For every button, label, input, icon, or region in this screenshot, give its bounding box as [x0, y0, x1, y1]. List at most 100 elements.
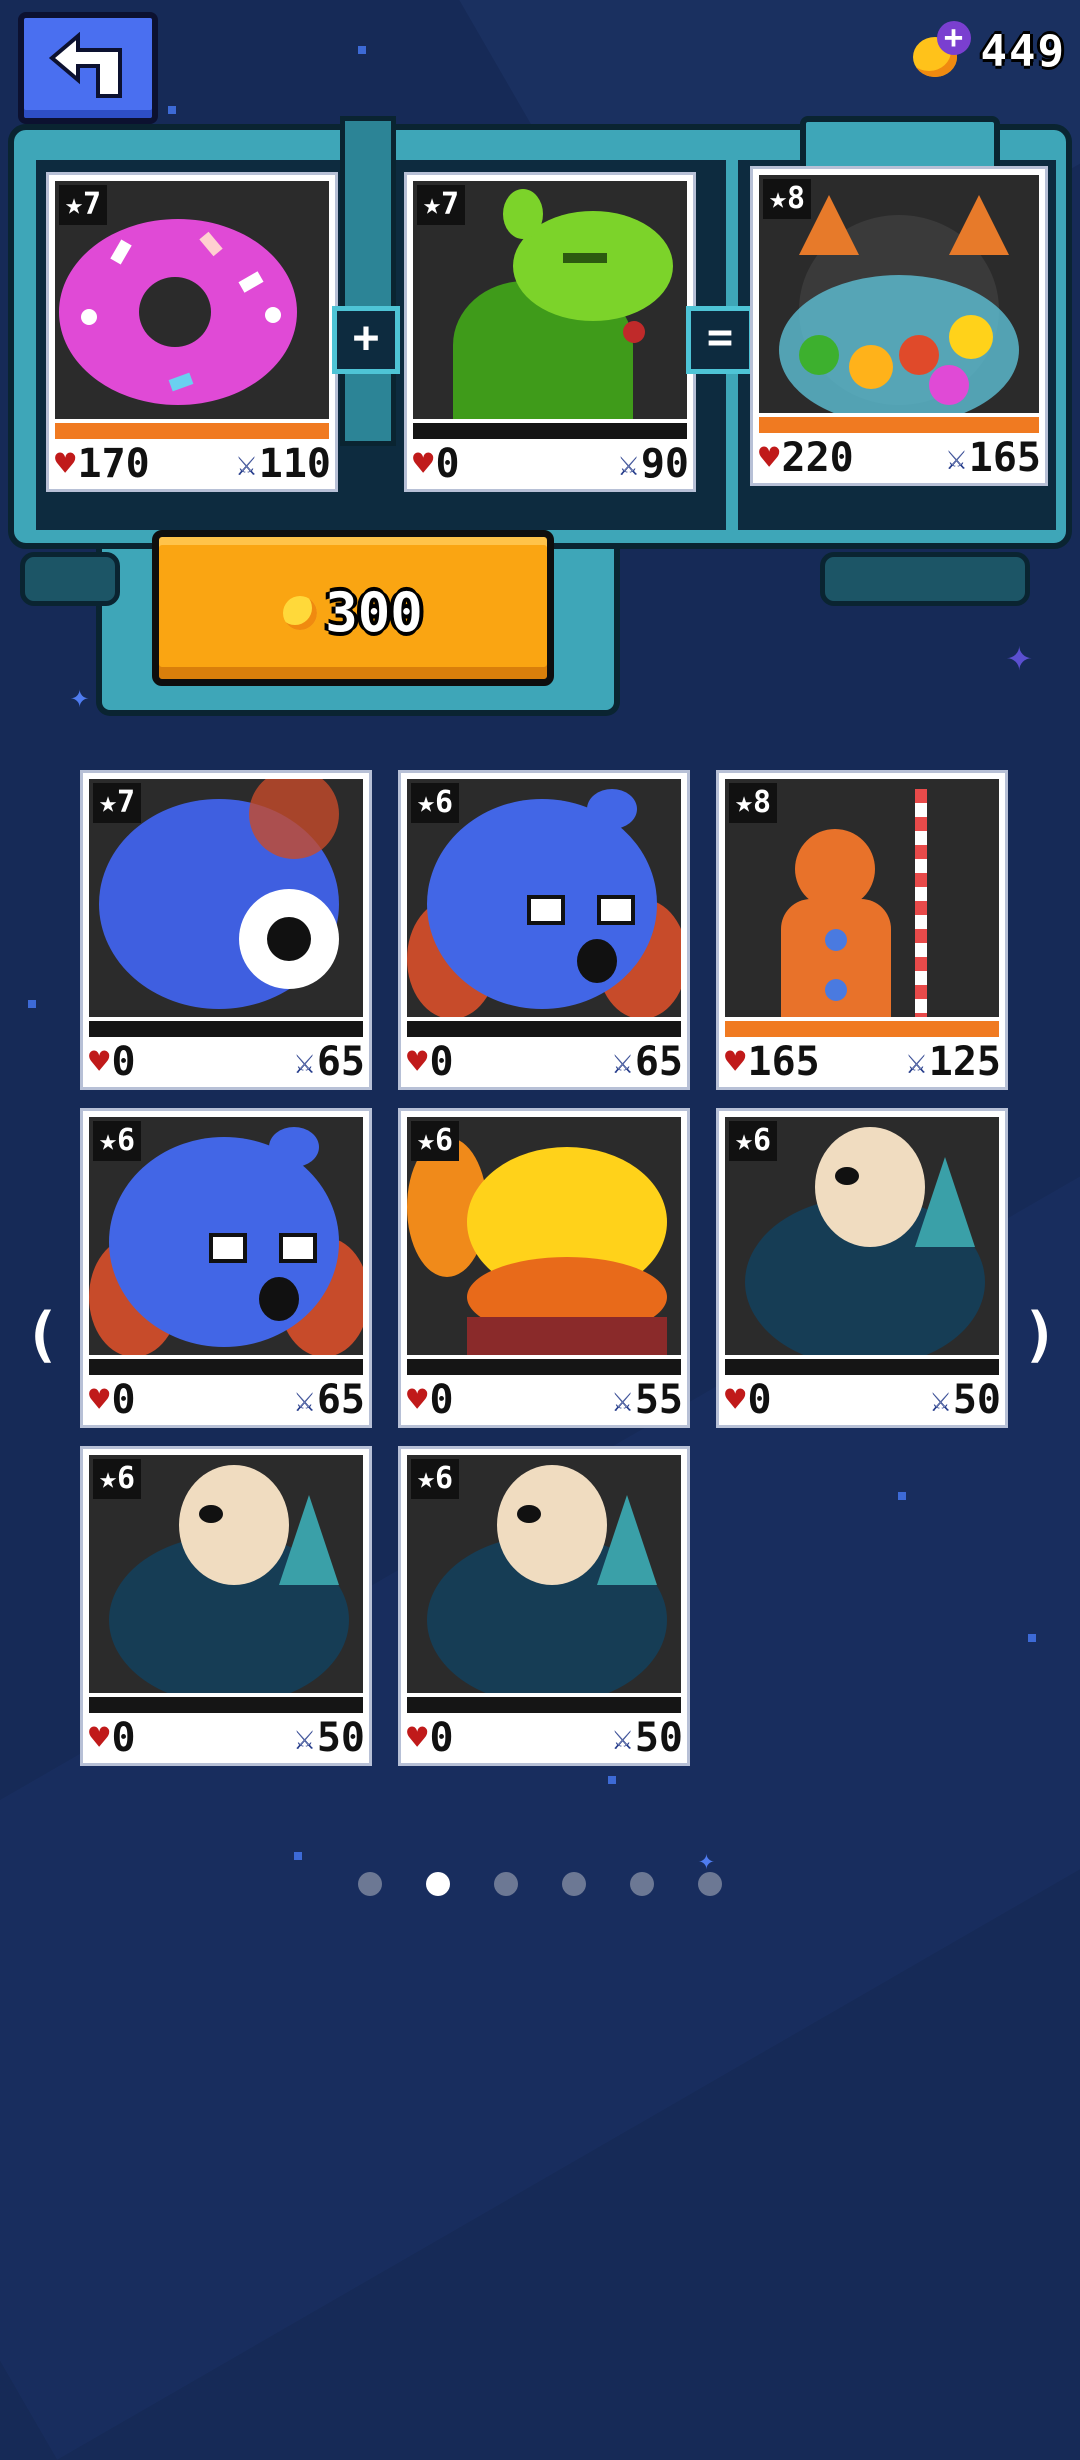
- heart-icon: ♥: [89, 1042, 110, 1082]
- level-badge: ★6: [411, 1121, 460, 1161]
- creature-card[interactable]: ★6 ♥ 0 ⚔ 55: [398, 1108, 690, 1428]
- coin-count: 449: [980, 25, 1066, 77]
- level-badge: ★6: [729, 1121, 778, 1161]
- hp-value: 0: [429, 1377, 454, 1423]
- star-decoration: [608, 1776, 616, 1784]
- back-arrow-icon: [48, 32, 122, 98]
- creature-card[interactable]: ★8 ♥ 165 ⚔ 125: [716, 770, 1008, 1090]
- health-bar: [413, 423, 687, 439]
- star-decoration: [28, 1000, 36, 1008]
- creature-card[interactable]: ★6 ♥ 0 ⚔ 50: [716, 1108, 1008, 1428]
- level-badge: ★6: [411, 1459, 460, 1499]
- coin-counter[interactable]: + 449: [911, 18, 1066, 84]
- creature-card[interactable]: ★6 ♥ 0 ⚔ 65: [80, 1108, 372, 1428]
- sparkle-decoration: ✦: [698, 1843, 715, 1876]
- coin-plus-icon[interactable]: +: [911, 21, 971, 79]
- star-decoration: [898, 1492, 906, 1500]
- health-bar: [407, 1359, 681, 1375]
- level-badge: ★8: [729, 783, 778, 823]
- hp-value: 220: [781, 435, 854, 481]
- level-badge: ★7: [93, 783, 142, 823]
- health-bar: [759, 417, 1039, 433]
- stats-row: ♥ 0 ⚔ 65: [85, 1039, 369, 1085]
- page-dot[interactable]: [426, 1872, 450, 1896]
- fuse-button[interactable]: 300: [152, 530, 554, 686]
- attack-value: 165: [968, 435, 1041, 481]
- stats-row: ♥ 0 ⚔ 50: [85, 1715, 369, 1761]
- hp-value: 0: [747, 1377, 772, 1423]
- heart-icon: ♥: [89, 1718, 110, 1758]
- stats-row: ♥ 0 ⚔ 65: [85, 1377, 369, 1423]
- stats-row: ♥ 165 ⚔ 125: [721, 1039, 1005, 1085]
- sword-icon: ⚔: [236, 444, 257, 484]
- hp-value: 0: [429, 1715, 454, 1761]
- attack-value: 90: [640, 441, 689, 487]
- fusion-slot-2[interactable]: ★7 ♥ 0 ⚔ 90: [404, 172, 696, 492]
- health-bar: [89, 1697, 363, 1713]
- heart-icon: ♥: [759, 438, 780, 478]
- attack-value: 65: [316, 1377, 365, 1423]
- attack-value: 55: [634, 1377, 683, 1423]
- page-dot[interactable]: [358, 1872, 382, 1896]
- star-decoration: [358, 46, 366, 54]
- back-button[interactable]: [18, 12, 158, 124]
- hp-value: 0: [435, 441, 460, 487]
- page-dot[interactable]: [494, 1872, 518, 1896]
- attack-value: 50: [952, 1377, 1001, 1423]
- page-dot[interactable]: [562, 1872, 586, 1896]
- sparkle-decoration: ✦: [1006, 630, 1033, 681]
- creature-card[interactable]: ★6 ♥ 0 ⚔ 50: [398, 1446, 690, 1766]
- plus-sign: +: [332, 306, 400, 374]
- sparkle-decoration: ✦: [70, 677, 90, 715]
- attack-value: 125: [928, 1039, 1001, 1085]
- health-bar: [407, 1021, 681, 1037]
- sword-icon: ⚔: [294, 1042, 315, 1082]
- machine-wheel: [820, 552, 1030, 606]
- level-badge: ★6: [93, 1459, 142, 1499]
- health-bar: [407, 1697, 681, 1713]
- creature-card[interactable]: ★6 ♥ 0 ⚔ 50: [80, 1446, 372, 1766]
- attack-value: 65: [634, 1039, 683, 1085]
- heart-icon: ♥: [413, 444, 434, 484]
- stats-row: ♥ 0 ⚔ 90: [409, 441, 693, 487]
- creature-card[interactable]: ★6 ♥ 0 ⚔ 65: [398, 770, 690, 1090]
- level-badge: ★7: [59, 185, 108, 225]
- hp-value: 0: [111, 1715, 136, 1761]
- health-bar: [725, 1021, 999, 1037]
- sword-icon: ⚔: [612, 1380, 633, 1420]
- next-page-arrow[interactable]: ): [1022, 1300, 1058, 1370]
- attack-value: 65: [316, 1039, 365, 1085]
- stats-row: ♥ 170 ⚔ 110: [51, 441, 335, 487]
- sword-icon: ⚔: [930, 1380, 951, 1420]
- creature-card[interactable]: ★7 ♥ 0 ⚔ 65: [80, 770, 372, 1090]
- health-bar: [55, 423, 329, 439]
- sword-icon: ⚔: [294, 1380, 315, 1420]
- machine-wheel: [20, 552, 120, 606]
- star-decoration: [294, 1852, 302, 1860]
- attack-value: 50: [634, 1715, 683, 1761]
- heart-icon: ♥: [407, 1718, 428, 1758]
- attack-value: 110: [258, 441, 331, 487]
- level-badge: ★6: [411, 783, 460, 823]
- equals-sign: =: [686, 306, 754, 374]
- prev-page-arrow[interactable]: (: [24, 1300, 60, 1370]
- page-dot[interactable]: [698, 1872, 722, 1896]
- attack-value: 50: [316, 1715, 365, 1761]
- star-decoration: [1028, 1634, 1036, 1642]
- hp-value: 0: [429, 1039, 454, 1085]
- page-dot[interactable]: [630, 1872, 654, 1896]
- stats-row: ♥ 0 ⚔ 65: [403, 1039, 687, 1085]
- sword-icon: ⚔: [612, 1718, 633, 1758]
- fusion-result-slot[interactable]: ★8 ♥ 220 ⚔ 165: [750, 166, 1048, 486]
- fusion-slot-1[interactable]: ★7 ♥ 170 ⚔ 110: [46, 172, 338, 492]
- stats-row: ♥ 0 ⚔ 50: [403, 1715, 687, 1761]
- page-indicator: [0, 1872, 1080, 1896]
- health-bar: [89, 1359, 363, 1375]
- hp-value: 170: [77, 441, 150, 487]
- level-badge: ★8: [763, 179, 812, 219]
- heart-icon: ♥: [407, 1042, 428, 1082]
- level-badge: ★6: [93, 1121, 142, 1161]
- heart-icon: ♥: [55, 444, 76, 484]
- level-badge: ★7: [417, 185, 466, 225]
- star-decoration: [168, 106, 176, 114]
